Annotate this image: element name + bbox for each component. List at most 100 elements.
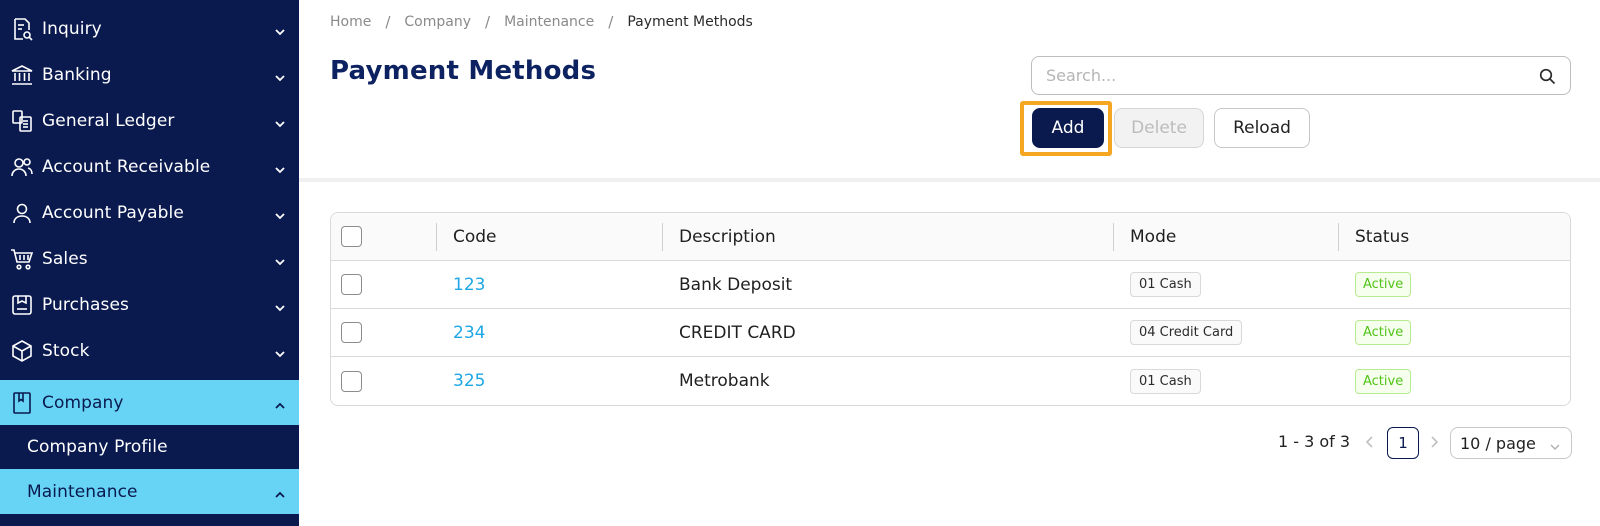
chevron-down-icon xyxy=(274,115,286,128)
chevron-down-icon xyxy=(274,299,286,312)
mode-tag: 01 Cash xyxy=(1130,368,1201,394)
table-header-row: Code Description Mode Status xyxy=(331,213,1570,261)
column-header-status[interactable]: Status xyxy=(1355,213,1409,260)
status-cell: Active xyxy=(1355,309,1412,356)
sidebar-subitem-company-profile[interactable]: Company Profile xyxy=(0,425,299,469)
sidebar-item-label: Purchases xyxy=(42,295,129,315)
sidebar-item-label: Banking xyxy=(42,65,112,85)
status-badge: Active xyxy=(1355,320,1412,345)
page-size-select[interactable]: 10 / page xyxy=(1450,427,1572,459)
sidebar-item-label: Account Receivable xyxy=(42,157,211,177)
column-separator xyxy=(662,223,663,251)
breadcrumb-maintenance[interactable]: Maintenance xyxy=(504,14,594,30)
row-select-cell xyxy=(341,309,362,356)
breadcrumb-company[interactable]: Company xyxy=(404,14,471,30)
mode-cell: 04 Credit Card xyxy=(1130,309,1243,356)
delete-button[interactable]: Delete xyxy=(1114,108,1204,148)
user-icon xyxy=(10,201,34,225)
status-badge: Active xyxy=(1355,368,1412,394)
search-icon[interactable] xyxy=(1539,68,1556,85)
chevron-down-icon xyxy=(1549,438,1561,450)
status-cell: Active xyxy=(1355,261,1412,308)
add-button[interactable]: Add xyxy=(1032,108,1104,148)
code-cell: 325 xyxy=(453,357,485,405)
search-box xyxy=(1031,56,1571,95)
column-header-mode[interactable]: Mode xyxy=(1130,213,1176,260)
breadcrumb-current: Payment Methods xyxy=(627,14,753,30)
book-icon xyxy=(10,391,34,415)
row-select-cell xyxy=(341,357,362,405)
row-checkbox[interactable] xyxy=(341,370,362,392)
pagination: 1 - 3 of 3 1 10 / page xyxy=(299,426,1600,459)
users-icon xyxy=(10,155,34,179)
code-link[interactable]: 325 xyxy=(453,371,485,391)
box-icon xyxy=(10,339,34,363)
chevron-down-icon xyxy=(274,23,286,36)
column-header-code[interactable]: Code xyxy=(453,213,497,260)
row-checkbox[interactable] xyxy=(341,322,362,343)
column-header-description[interactable]: Description xyxy=(679,213,776,260)
search-input[interactable] xyxy=(1046,66,1516,85)
breadcrumb-separator: / xyxy=(485,13,491,31)
section-divider xyxy=(299,178,1600,182)
sidebar-subitem-maintenance[interactable]: Maintenance xyxy=(0,469,299,514)
sidebar-item-label: General Ledger xyxy=(42,111,175,131)
sidebar-item-purchases[interactable]: Purchases xyxy=(0,282,299,328)
status-badge: Active xyxy=(1355,272,1412,297)
pagination-total: 1 - 3 of 3 xyxy=(1278,432,1351,451)
column-separator xyxy=(1338,223,1339,251)
code-cell: 123 xyxy=(453,261,485,308)
sidebar-item-general-ledger[interactable]: General Ledger xyxy=(0,98,299,144)
sidebar-item-inquiry[interactable]: Inquiry xyxy=(0,6,299,52)
breadcrumb-separator: / xyxy=(608,13,614,31)
select-all-checkbox[interactable] xyxy=(341,226,362,247)
sidebar-item-label: Stock xyxy=(42,341,90,361)
chevron-right-icon[interactable] xyxy=(1426,434,1442,450)
mode-cell: 01 Cash xyxy=(1130,261,1201,308)
row-checkbox[interactable] xyxy=(341,274,362,295)
sidebar-item-label: Company xyxy=(42,393,124,413)
table-row[interactable]: 234 CREDIT CARD 04 Credit Card Active xyxy=(331,309,1570,357)
chevron-up-icon xyxy=(274,486,286,498)
breadcrumb-separator: / xyxy=(385,13,391,31)
table-row[interactable]: 325 Metrobank 01 Cash Active xyxy=(331,357,1570,405)
purchases-icon xyxy=(10,293,34,317)
table-row[interactable]: 123 Bank Deposit 01 Cash Active xyxy=(331,261,1570,309)
sidebar-item-company[interactable]: Company xyxy=(0,380,299,426)
bank-icon xyxy=(10,63,34,87)
row-select-cell xyxy=(341,261,362,308)
sidebar-item-sales[interactable]: Sales xyxy=(0,236,299,282)
chevron-left-icon[interactable] xyxy=(1362,434,1378,450)
sidebar-item-label: Inquiry xyxy=(42,19,102,39)
code-cell: 234 xyxy=(453,309,485,356)
description-cell: Metrobank xyxy=(679,371,770,391)
chevron-down-icon xyxy=(274,253,286,266)
description-cell: CREDIT CARD xyxy=(679,322,796,343)
description-cell: Bank Deposit xyxy=(679,274,793,295)
column-separator xyxy=(436,223,437,251)
sidebar-item-label: Company Profile xyxy=(27,437,168,457)
sidebar-item-account-receivable[interactable]: Account Receivable xyxy=(0,144,299,190)
mode-tag: 01 Cash xyxy=(1130,272,1201,297)
code-link[interactable]: 234 xyxy=(453,323,485,343)
sidebar-item-label: Sales xyxy=(42,249,88,269)
sidebar-item-account-payable[interactable]: Account Payable xyxy=(0,190,299,236)
status-cell: Active xyxy=(1355,357,1412,405)
main-content: Home / Company / Maintenance / Payment M… xyxy=(299,0,1600,526)
code-link[interactable]: 123 xyxy=(453,275,485,295)
page-size-value: 10 / page xyxy=(1460,433,1536,453)
breadcrumb-home[interactable]: Home xyxy=(330,14,371,30)
chevron-down-icon xyxy=(274,345,286,358)
cart-icon xyxy=(10,247,34,271)
sidebar: Inquiry Banking General Ledger Account R… xyxy=(0,0,299,526)
select-all-cell xyxy=(341,213,362,260)
sidebar-item-stock[interactable]: Stock xyxy=(0,328,299,374)
app-root: Inquiry Banking General Ledger Account R… xyxy=(0,0,1600,526)
mode-tag: 04 Credit Card xyxy=(1130,320,1243,345)
breadcrumb: Home / Company / Maintenance / Payment M… xyxy=(330,13,753,31)
reload-button[interactable]: Reload xyxy=(1214,108,1310,148)
pagination-page-current[interactable]: 1 xyxy=(1387,427,1419,459)
chevron-down-icon xyxy=(274,161,286,174)
mode-cell: 01 Cash xyxy=(1130,357,1201,405)
sidebar-item-banking[interactable]: Banking xyxy=(0,52,299,98)
